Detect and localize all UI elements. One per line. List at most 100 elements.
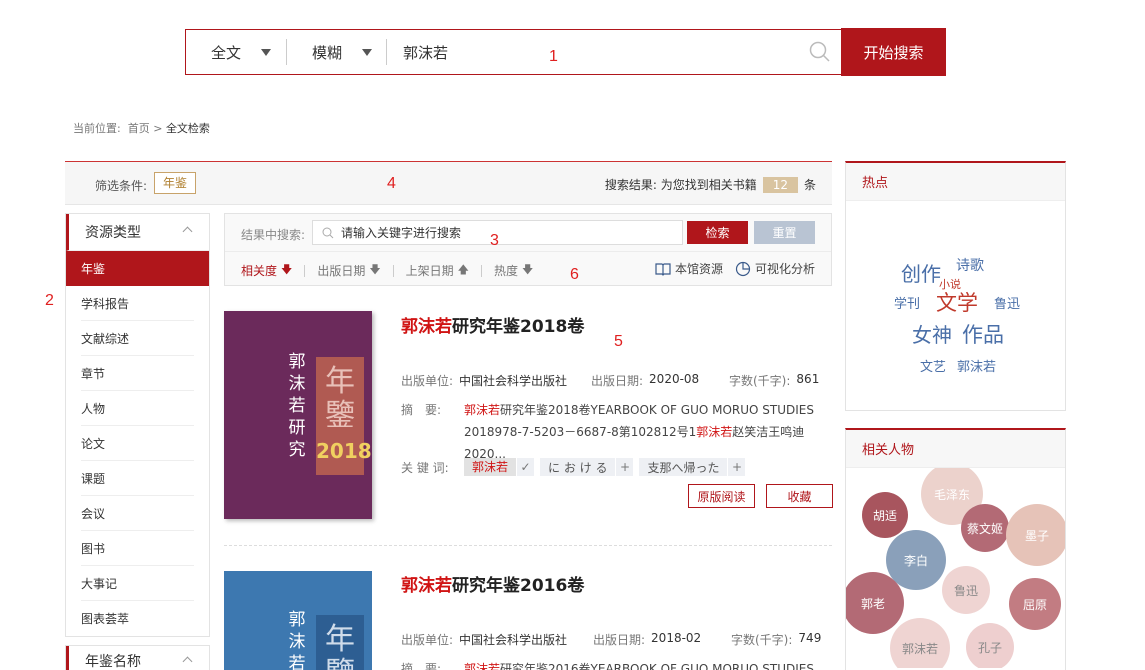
match-mode-value: 模糊: [312, 43, 343, 62]
person-bubble[interactable]: 墨子: [1006, 504, 1065, 566]
chevron-up-icon[interactable]: [182, 656, 193, 667]
sidebar-item-yearbook[interactable]: 年鉴: [66, 251, 209, 286]
sort-label: 相关度: [241, 264, 278, 278]
breadcrumb-label: 当前位置:: [73, 122, 121, 135]
cloud-word[interactable]: 鲁迅: [994, 293, 1020, 312]
check-icon[interactable]: ✓: [516, 458, 534, 476]
search-query-text: 郭沫若: [403, 43, 449, 62]
breadcrumb-home-link[interactable]: 首页: [128, 122, 150, 135]
filter-label: 筛选条件:: [95, 179, 148, 193]
resource-type-title: 资源类型: [85, 225, 141, 241]
result-prefix: 搜索结果: 为您找到相关书籍: [604, 178, 757, 192]
cover-char: 若: [288, 654, 306, 670]
reset-button[interactable]: 重置: [754, 221, 815, 244]
yearbook-name-header[interactable]: 年鉴名称: [66, 646, 209, 670]
sort-popularity[interactable]: 热度 🡇: [494, 261, 533, 280]
main-search-bar: 全文 模糊 郭沫若 开始搜索: [185, 28, 946, 76]
person-bubble[interactable]: 孔子: [966, 623, 1014, 668]
result-title-link[interactable]: 郭沫若研究年鉴2016卷: [401, 571, 584, 596]
sidebar-item-conference[interactable]: 会议: [81, 496, 194, 531]
chevron-up-icon[interactable]: [182, 226, 193, 237]
sidebar-item-paper[interactable]: 论文: [81, 426, 194, 461]
cloud-word[interactable]: 文艺: [920, 356, 946, 375]
abstract-highlight: 郭沫若: [464, 403, 501, 417]
sidebar-item-book[interactable]: 图书: [81, 531, 194, 566]
result-keywords: 关 键 词: 郭沫若 ✓ に お け る + 支那へ帰った +: [401, 458, 751, 476]
person-bubble[interactable]: 胡适: [862, 492, 908, 538]
keyword-text: 郭沫若: [464, 458, 517, 476]
visual-analysis-button[interactable]: 可视化分析: [735, 260, 815, 277]
match-mode-select[interactable]: 模糊: [287, 30, 386, 74]
search-icon[interactable]: [809, 41, 831, 63]
sort-shelf-date[interactable]: 上架日期 🡅: [406, 261, 469, 280]
sidebar-item-charts[interactable]: 图表荟萃: [81, 601, 194, 636]
cloud-word[interactable]: 文学: [936, 287, 978, 317]
abstract-text: 研究年鉴2016卷YEARBOOK OF GUO MORUO STUDIES: [500, 662, 815, 670]
date-value: 2018-02: [651, 631, 702, 645]
retrieve-button[interactable]: 检索: [687, 221, 748, 244]
person-bubble[interactable]: 郭老: [846, 572, 904, 634]
person-bubble[interactable]: 鲁迅: [942, 566, 990, 614]
sidebar-item-literature-review[interactable]: 文献综述: [81, 321, 194, 356]
resource-type-header[interactable]: 资源类型: [66, 214, 209, 251]
original-read-button[interactable]: 原版阅读: [688, 484, 755, 508]
keyword-tag[interactable]: 郭沫若 ✓: [464, 458, 535, 476]
cloud-word[interactable]: 学刊: [894, 293, 920, 312]
yearbook-name-sidebar: 年鉴名称: [65, 645, 210, 670]
cover-char: 郭: [288, 610, 306, 630]
person-bubble[interactable]: 蔡文姬: [961, 504, 1009, 552]
result-title-link[interactable]: 郭沫若研究年鉴2018卷: [401, 312, 584, 337]
keyword-text: に お け る: [548, 460, 608, 475]
title-highlight: 郭沫若: [401, 576, 452, 596]
cloud-word[interactable]: 郭沫若: [957, 356, 996, 375]
sidebar-item-subject-report[interactable]: 学科报告: [81, 286, 194, 321]
abstract-highlight: 郭沫若: [696, 425, 733, 439]
cloud-word[interactable]: 作品: [962, 319, 1004, 349]
cover-year: 2018: [316, 439, 372, 463]
scope-select-value: 全文: [211, 43, 242, 62]
sort-publish-date[interactable]: 出版日期 🡇: [317, 261, 380, 280]
breadcrumb: 当前位置: 首页 > 全文检索: [73, 120, 210, 136]
people-bubbles: 毛泽东 胡适 蔡文姬 墨子 李白 郭老 鲁迅 屈原 郭沫若 孔子: [846, 468, 1065, 668]
cover-band: [224, 311, 372, 333]
divider: [392, 264, 394, 277]
result-summary: 搜索结果: 为您找到相关书籍 12 条: [605, 176, 816, 193]
book-cover-image[interactable]: 郭 沫 若 年鑒: [224, 571, 372, 670]
plus-icon[interactable]: +: [727, 458, 745, 476]
hot-topics-panel: 热点 创作 诗歌 小说 学刊 文学 鲁迅 女神 作品 文艺 郭沫若: [845, 161, 1066, 411]
start-search-button[interactable]: 开始搜索: [841, 28, 946, 76]
plus-icon[interactable]: +: [615, 458, 633, 476]
library-resources-button[interactable]: 本馆资源: [655, 260, 723, 277]
sort-relevance[interactable]: 相关度 🡇: [241, 261, 292, 280]
cloud-word[interactable]: 创作: [901, 258, 941, 287]
title-rest: 研究年鉴2018卷: [452, 317, 585, 337]
book-cover-image[interactable]: 郭 沫 若 研 究 年鑒 2018: [224, 311, 372, 519]
sort-label: 上架日期: [405, 264, 454, 278]
words-label: 字数(千字):: [731, 633, 793, 647]
sort-label: 出版日期: [317, 264, 366, 278]
result-meta: 出版单位: 中国社会科学出版社: [401, 631, 567, 648]
scope-select[interactable]: 全文: [186, 30, 286, 74]
person-bubble[interactable]: 屈原: [1009, 578, 1061, 630]
keywords-label: 关 键 词:: [401, 460, 449, 475]
person-bubble[interactable]: 郭沫若: [890, 618, 950, 668]
search-icon: [322, 227, 334, 239]
arrow-down-icon: 🡇: [281, 263, 293, 276]
cover-char: 研: [288, 418, 306, 438]
filter-tag-yearbook[interactable]: 年鉴: [154, 172, 197, 194]
cloud-word[interactable]: 诗歌: [956, 255, 984, 275]
keyword-tag[interactable]: 支那へ帰った +: [639, 458, 746, 476]
sidebar-item-project[interactable]: 课题: [81, 461, 194, 496]
search-input[interactable]: 郭沫若: [387, 30, 841, 74]
keyword-tag[interactable]: に お け る +: [540, 458, 634, 476]
favorite-button[interactable]: 收藏: [766, 484, 833, 508]
sidebar-item-chapter[interactable]: 章节: [81, 356, 194, 391]
date-label: 出版日期:: [593, 633, 646, 647]
cloud-word[interactable]: 女神: [912, 319, 952, 348]
result-suffix: 条: [803, 178, 816, 192]
title-rest: 研究年鉴2016卷: [452, 576, 585, 596]
breadcrumb-separator: >: [153, 122, 163, 135]
sidebar-item-chronicle[interactable]: 大事记: [81, 566, 194, 601]
caret-down-icon: [362, 49, 372, 56]
sidebar-item-person[interactable]: 人物: [81, 391, 194, 426]
